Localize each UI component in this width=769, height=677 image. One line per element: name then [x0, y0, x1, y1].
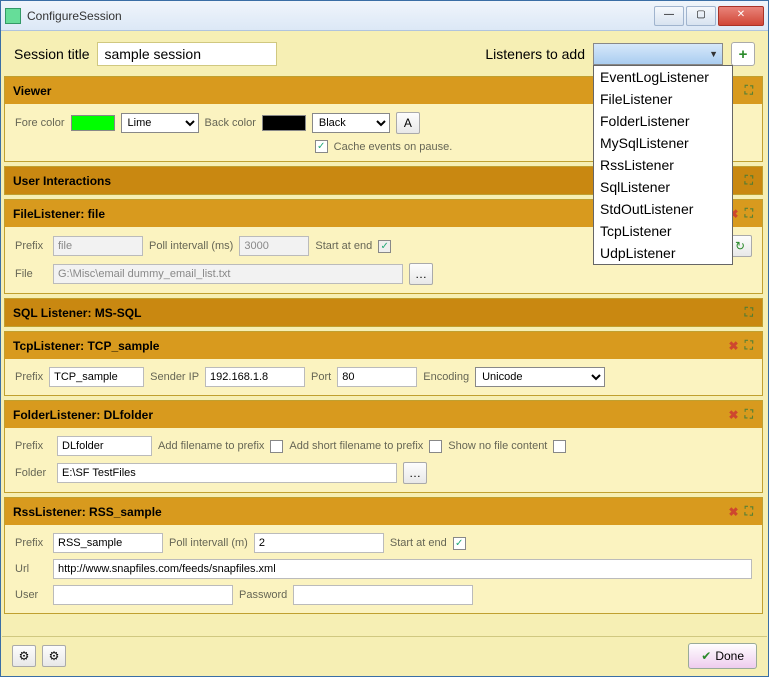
- encoding-label: Encoding: [423, 371, 469, 383]
- dropdown-option[interactable]: EventLogListener: [594, 66, 732, 88]
- sender-input[interactable]: [205, 367, 305, 387]
- fore-color-select[interactable]: Lime: [121, 113, 199, 133]
- chevron-down-icon: ▼: [709, 49, 718, 59]
- start-checkbox[interactable]: ✓: [453, 537, 466, 550]
- file-path-input: [53, 264, 403, 284]
- folder-label: Folder: [15, 467, 51, 479]
- dropdown-option[interactable]: FileListener: [594, 88, 732, 110]
- window-title: ConfigureSession: [27, 9, 652, 23]
- delete-icon[interactable]: ✖: [729, 505, 739, 519]
- gear-button-2[interactable]: ⚙: [42, 645, 66, 667]
- expand-icon[interactable]: ⛶: [745, 504, 754, 519]
- poll-input[interactable]: [254, 533, 384, 553]
- folder-listener-panel: FolderListener: DLfolder ✖ ⛶ Prefix Add …: [4, 400, 763, 493]
- fore-color-label: Fore color: [15, 117, 65, 129]
- port-input[interactable]: [337, 367, 417, 387]
- add-listener-button[interactable]: +: [731, 42, 755, 66]
- url-label: Url: [15, 563, 47, 575]
- shownone-label: Show no file content: [448, 440, 547, 452]
- back-color-label: Back color: [205, 117, 256, 129]
- file-label: File: [15, 268, 47, 280]
- minimize-button[interactable]: —: [654, 6, 684, 26]
- password-label: Password: [239, 589, 287, 601]
- shownone-checkbox[interactable]: [553, 440, 566, 453]
- expand-icon[interactable]: ⛶: [745, 83, 754, 98]
- addfn-checkbox[interactable]: [270, 440, 283, 453]
- prefix-label: Prefix: [15, 537, 47, 549]
- sql-listener-header[interactable]: SQL Listener: MS-SQL ⛶: [5, 299, 762, 326]
- delete-icon[interactable]: ✖: [729, 408, 739, 422]
- start-label: Start at end: [315, 240, 372, 252]
- poll-label: Poll intervall (ms): [149, 240, 233, 252]
- dropdown-option[interactable]: FolderListener: [594, 110, 732, 132]
- close-button[interactable]: ✕: [718, 6, 764, 26]
- folder-listener-header[interactable]: FolderListener: DLfolder ✖ ⛶: [5, 401, 762, 428]
- dropdown-option[interactable]: SqlListener: [594, 176, 732, 198]
- rss-listener-panel: RssListener: RSS_sample ✖ ⛶ Prefix Poll …: [4, 497, 763, 614]
- session-title-label: Session title: [14, 46, 89, 62]
- tcp-listener-header[interactable]: TcpListener: TCP_sample ✖ ⛶: [5, 332, 762, 359]
- user-input[interactable]: [53, 585, 233, 605]
- addshort-checkbox[interactable]: [429, 440, 442, 453]
- listeners-dropdown-wrap: ▼ EventLogListenerFileListenerFolderList…: [593, 43, 723, 65]
- encoding-select[interactable]: Unicode: [475, 367, 605, 387]
- titlebar: ConfigureSession — ▢ ✕: [1, 1, 768, 31]
- dropdown-option[interactable]: MySqlListener: [594, 132, 732, 154]
- back-color-swatch: [262, 115, 306, 131]
- rss-listener-header[interactable]: RssListener: RSS_sample ✖ ⛶: [5, 498, 762, 525]
- tcp-listener-panel: TcpListener: TCP_sample ✖ ⛶ Prefix Sende…: [4, 331, 763, 396]
- addshort-label: Add short filename to prefix: [289, 440, 423, 452]
- prefix-input[interactable]: [53, 533, 163, 553]
- maximize-button[interactable]: ▢: [686, 6, 716, 26]
- poll-label: Poll intervall (m): [169, 537, 248, 549]
- start-checkbox: ✓: [378, 240, 391, 253]
- check-icon: ✔: [701, 649, 711, 663]
- dropdown-option[interactable]: UdpListener: [594, 242, 732, 264]
- config-session-window: ConfigureSession — ▢ ✕ Session title Lis…: [0, 0, 769, 677]
- session-title-input[interactable]: [97, 42, 277, 66]
- password-input[interactable]: [293, 585, 473, 605]
- fore-color-swatch: [71, 115, 115, 131]
- sql-listener-panel: SQL Listener: MS-SQL ⛶: [4, 298, 763, 327]
- prefix-input[interactable]: [49, 367, 144, 387]
- font-button[interactable]: A: [396, 112, 420, 134]
- user-label: User: [15, 589, 47, 601]
- expand-icon[interactable]: ⛶: [745, 173, 754, 188]
- listeners-dropdown[interactable]: ▼: [593, 43, 723, 65]
- url-input[interactable]: [53, 559, 752, 579]
- app-icon: [5, 8, 21, 24]
- bottom-bar: ⚙ ⚙ ✔ Done: [2, 636, 767, 675]
- browse-button[interactable]: …: [409, 263, 433, 285]
- poll-input: [239, 236, 309, 256]
- gear-button-1[interactable]: ⚙: [12, 645, 36, 667]
- prefix-label: Prefix: [15, 240, 47, 252]
- client-area: Session title Listeners to add ▼ EventLo…: [1, 31, 768, 676]
- back-color-select[interactable]: Black: [312, 113, 390, 133]
- cache-label: Cache events on pause.: [334, 141, 453, 153]
- expand-icon[interactable]: ⛶: [745, 338, 754, 353]
- cache-checkbox[interactable]: ✓: [315, 140, 328, 153]
- prefix-label: Prefix: [15, 371, 43, 383]
- prefix-input: [53, 236, 143, 256]
- dropdown-option[interactable]: TcpListener: [594, 220, 732, 242]
- listeners-label: Listeners to add: [485, 46, 585, 62]
- browse-button[interactable]: …: [403, 462, 427, 484]
- port-label: Port: [311, 371, 331, 383]
- folder-path-input[interactable]: [57, 463, 397, 483]
- sender-label: Sender IP: [150, 371, 199, 383]
- prefix-label: Prefix: [15, 440, 51, 452]
- expand-icon[interactable]: ⛶: [745, 305, 754, 320]
- delete-icon[interactable]: ✖: [729, 339, 739, 353]
- expand-icon[interactable]: ⛶: [745, 206, 754, 221]
- dropdown-option[interactable]: RssListener: [594, 154, 732, 176]
- dropdown-option[interactable]: StdOutListener: [594, 198, 732, 220]
- start-label: Start at end: [390, 537, 447, 549]
- prefix-input[interactable]: [57, 436, 152, 456]
- addfn-label: Add filename to prefix: [158, 440, 264, 452]
- done-button[interactable]: ✔ Done: [688, 643, 757, 669]
- top-row: Session title Listeners to add ▼ EventLo…: [2, 32, 767, 74]
- expand-icon[interactable]: ⛶: [745, 407, 754, 422]
- listeners-dropdown-list: EventLogListenerFileListenerFolderListen…: [593, 65, 733, 265]
